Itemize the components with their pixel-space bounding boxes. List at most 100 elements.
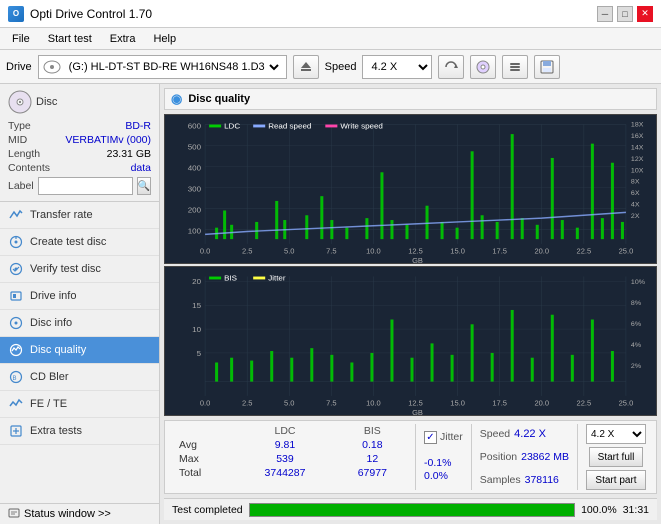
svg-text:12.5: 12.5 <box>408 399 423 408</box>
svg-text:18X: 18X <box>631 122 644 129</box>
svg-text:300: 300 <box>188 185 202 194</box>
nav-label-cd-bler: CD Bler <box>30 371 69 383</box>
save-button[interactable] <box>534 55 560 79</box>
bis-chart-svg: 20 15 10 5 10% 8% 6% 4% 2% 0.0 2.5 5.0 7… <box>165 267 656 415</box>
stats-divider1 <box>415 424 416 490</box>
menu-file[interactable]: File <box>4 31 38 47</box>
drive-select-input[interactable]: (G:) HL-DT-ST BD-RE WH16NS48 1.D3 <box>65 60 282 74</box>
start-part-button[interactable]: Start part <box>586 470 645 490</box>
sidebar: Disc Type BD-R MID VERBATIMv (000) Lengt… <box>0 84 160 524</box>
sidebar-item-verify-test-disc[interactable]: Verify test disc <box>0 256 159 283</box>
drive-selector[interactable]: (G:) HL-DT-ST BD-RE WH16NS48 1.D3 <box>38 55 287 79</box>
disc-icon <box>476 60 490 74</box>
svg-text:0.0: 0.0 <box>200 399 210 408</box>
svg-text:4%: 4% <box>631 342 641 349</box>
drive-label: Drive <box>6 61 32 73</box>
svg-text:Jitter: Jitter <box>268 274 286 283</box>
type-label: Type <box>8 120 31 132</box>
sidebar-item-transfer-rate[interactable]: Transfer rate <box>0 202 159 229</box>
menu-start-test[interactable]: Start test <box>40 31 100 47</box>
disc-panel-label: Disc <box>36 96 57 108</box>
sidebar-item-drive-info[interactable]: Drive info <box>0 283 159 310</box>
progress-time: 31:31 <box>623 504 649 516</box>
app-icon: O <box>8 6 24 22</box>
disc-info-header: Disc <box>8 90 151 114</box>
max-label: Max <box>171 452 236 466</box>
svg-text:8X: 8X <box>631 179 640 186</box>
nav-label-verify-test-disc: Verify test disc <box>30 263 101 275</box>
position-value: 23862 MB <box>521 451 569 463</box>
stats-row-avg: Avg 9.81 0.18 <box>171 438 411 452</box>
svg-text:4X: 4X <box>631 202 640 209</box>
samples-row: Samples 378116 <box>480 474 569 486</box>
speed-dropdown[interactable]: 4.2 X <box>586 424 646 444</box>
total-bis: 67977 <box>334 466 411 480</box>
stats-row-max: Max 539 12 <box>171 452 411 466</box>
mid-label: MID <box>8 134 27 146</box>
label-input[interactable] <box>38 177 133 195</box>
svg-text:Read speed: Read speed <box>268 122 311 131</box>
menu-help[interactable]: Help <box>145 31 184 47</box>
svg-text:10: 10 <box>192 325 202 334</box>
status-window-button[interactable]: Status window >> <box>0 503 159 524</box>
sidebar-item-fe-te[interactable]: FE / TE <box>0 391 159 418</box>
svg-text:600: 600 <box>188 122 202 131</box>
svg-text:7.5: 7.5 <box>326 247 336 256</box>
jitter-checkbox[interactable]: ✓ <box>424 431 437 444</box>
toolbar: Drive (G:) HL-DT-ST BD-RE WH16NS48 1.D3 … <box>0 50 661 84</box>
create-disc-icon <box>8 234 24 250</box>
progress-bar <box>249 503 575 517</box>
label-browse-button[interactable]: 🔍 <box>137 177 151 195</box>
svg-text:20: 20 <box>192 277 202 286</box>
menu-extra[interactable]: Extra <box>102 31 144 47</box>
status-text: Test completed <box>172 504 243 516</box>
svg-text:0.0: 0.0 <box>200 247 210 256</box>
sidebar-item-disc-quality[interactable]: Disc quality <box>0 337 159 364</box>
extra-tests-icon <box>8 423 24 439</box>
svg-text:12X: 12X <box>631 156 644 163</box>
progress-percent: 100.0% <box>581 504 617 516</box>
refresh-button[interactable] <box>438 55 464 79</box>
charts-area: 600 500 400 300 200 100 18X 16X 14X 12X … <box>164 114 657 416</box>
maximize-button[interactable]: □ <box>617 6 633 22</box>
svg-text:5.0: 5.0 <box>284 399 294 408</box>
col-header-empty <box>171 424 236 438</box>
app-title: Opti Drive Control 1.70 <box>30 7 152 21</box>
position-label: Position <box>480 451 517 463</box>
nav-label-create-test-disc: Create test disc <box>30 236 106 248</box>
svg-text:Write speed: Write speed <box>340 122 383 131</box>
speed-row: Speed 4.22 X <box>480 428 569 440</box>
disc-toolbar-icon <box>43 60 61 74</box>
svg-text:6%: 6% <box>631 321 641 328</box>
length-label: Length <box>8 148 40 160</box>
sidebar-item-create-test-disc[interactable]: Create test disc <box>0 229 159 256</box>
speed-stat-value: 4.22 X <box>514 428 546 440</box>
close-button[interactable]: ✕ <box>637 6 653 22</box>
main-layout: Disc Type BD-R MID VERBATIMv (000) Lengt… <box>0 84 661 524</box>
sidebar-item-cd-bler[interactable]: B CD Bler <box>0 364 159 391</box>
disc-length-row: Length 23.31 GB <box>8 148 151 160</box>
refresh-icon <box>444 60 458 74</box>
cd-bler-icon: B <box>8 369 24 385</box>
svg-text:20.0: 20.0 <box>534 247 549 256</box>
eject-button[interactable] <box>293 55 319 79</box>
settings-button[interactable] <box>502 55 528 79</box>
settings-icon <box>508 60 522 74</box>
disc-info-panel: Disc Type BD-R MID VERBATIMv (000) Lengt… <box>0 84 159 202</box>
jitter-values: -0.1% 0.0% <box>424 457 463 483</box>
speed-label: Speed <box>325 61 357 73</box>
title-bar: O Opti Drive Control 1.70 ─ □ ✕ <box>0 0 661 28</box>
start-full-button[interactable]: Start full <box>589 447 644 467</box>
sidebar-item-disc-info[interactable]: Disc info <box>0 310 159 337</box>
svg-text:10X: 10X <box>631 167 644 174</box>
drive-info-icon <box>8 288 24 304</box>
stats-area: LDC BIS Avg 9.81 0.18 Max 539 <box>164 420 657 494</box>
menu-bar: File Start test Extra Help <box>0 28 661 50</box>
minimize-button[interactable]: ─ <box>597 6 613 22</box>
verify-disc-icon <box>8 261 24 277</box>
disc-button[interactable] <box>470 55 496 79</box>
svg-text:10%: 10% <box>631 279 645 286</box>
speed-select[interactable]: 4.2 X <box>362 55 432 79</box>
content-header: ◉ Disc quality <box>164 88 657 110</box>
sidebar-item-extra-tests[interactable]: Extra tests <box>0 418 159 445</box>
